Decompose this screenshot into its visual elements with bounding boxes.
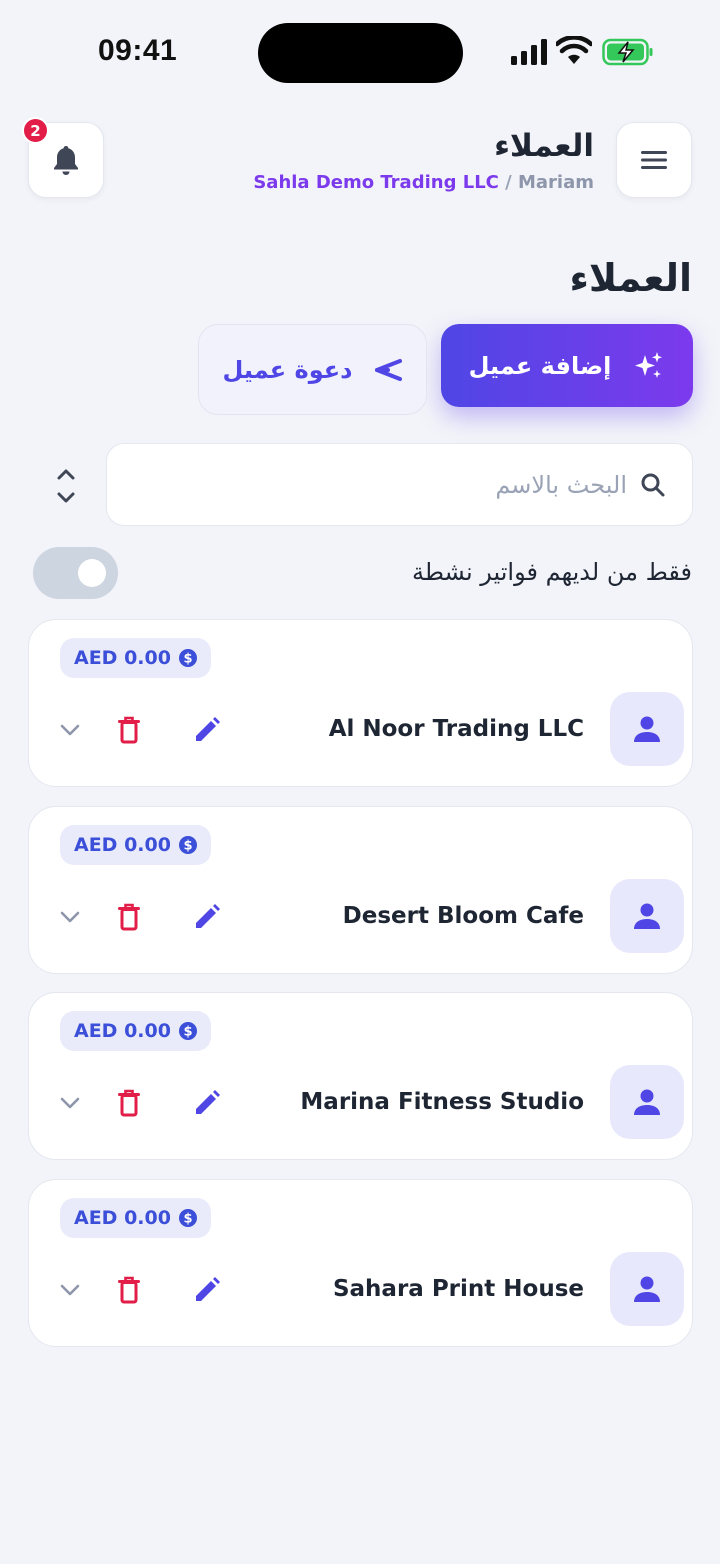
wifi-icon [556,36,592,64]
avatar [610,692,684,766]
dollar-icon: $ [178,836,197,854]
balance-value: AED 0.00 [74,647,171,669]
active-invoices-toggle[interactable] [33,547,118,599]
search-icon [641,473,665,497]
edit-button[interactable] [192,1275,222,1305]
search-input[interactable] [127,444,627,525]
chevron-down-icon [60,911,80,923]
delete-button[interactable] [114,1275,144,1305]
balance-badge: AED 0.00 $ [60,825,211,865]
edit-icon [196,1277,220,1301]
send-icon [375,358,403,381]
svg-text:$: $ [183,652,192,667]
expand-button[interactable] [55,715,85,745]
page-title: العملاء [569,256,693,300]
edit-icon [196,717,220,741]
delete-button[interactable] [114,1088,144,1118]
breadcrumb-user: Mariam [517,172,594,193]
avatar [610,1065,684,1139]
customer-name: Marina Fitness Studio [300,1089,584,1115]
bell-icon [54,146,78,175]
menu-icon [641,151,667,169]
search-box [106,443,693,526]
sparkles-icon [635,351,663,378]
dollar-icon: $ [178,1022,197,1040]
menu-button[interactable] [616,122,692,198]
customer-name: Al Noor Trading LLC [328,716,584,742]
customer-name: Sahara Print House [332,1276,584,1302]
edit-icon [196,1090,220,1114]
customer-card[interactable]: AED 0.00 $ Sahara Print House [28,1179,693,1347]
balance-badge: AED 0.00 $ [60,638,211,678]
breadcrumb-separator: / [498,172,518,193]
avatar [610,1252,684,1326]
delete-button[interactable] [114,715,144,745]
balance-value: AED 0.00 [74,1207,171,1229]
user-icon [634,903,660,929]
chevron-down-icon [60,1097,80,1109]
dynamic-island [258,23,463,83]
invite-customer-label: دعوة عميل [222,355,353,384]
edit-icon [196,904,220,928]
add-customer-button[interactable]: إضافة عميل [441,324,693,407]
dollar-icon: $ [178,649,197,667]
toggle-knob [78,559,106,587]
add-customer-label: إضافة عميل [468,351,612,380]
edit-button[interactable] [192,1088,222,1118]
user-icon [634,1276,660,1302]
balance-value: AED 0.00 [74,834,171,856]
status-bar: 09:41 [0,0,720,104]
expand-button[interactable] [55,1275,85,1305]
notification-badge: 2 [22,117,49,144]
active-invoices-filter-label: فقط من لديهم فواتير نشطة [411,558,692,586]
customer-name: Desert Bloom Cafe [342,903,584,929]
edit-button[interactable] [192,715,222,745]
edit-button[interactable] [192,902,222,932]
user-icon [634,716,660,742]
customer-card[interactable]: AED 0.00 $ Marina Fitness Studio [28,992,693,1160]
trash-icon [118,1276,140,1304]
svg-text:$: $ [183,1212,192,1227]
svg-text:$: $ [183,839,192,854]
trash-icon [118,1089,140,1117]
header-title: العملاء [494,128,594,164]
expand-button[interactable] [55,902,85,932]
dollar-icon: $ [178,1209,197,1227]
sort-icon[interactable] [46,464,86,508]
avatar [610,879,684,953]
balance-badge: AED 0.00 $ [60,1011,211,1051]
battery-icon [602,38,653,66]
breadcrumb-org[interactable]: Sahla Demo Trading LLC [253,172,499,193]
svg-text:$: $ [183,1025,192,1040]
status-time: 09:41 [98,34,178,67]
chevron-down-icon [60,724,80,736]
delete-button[interactable] [114,902,144,932]
customer-card[interactable]: AED 0.00 $ Desert Bloom Cafe [28,806,693,974]
chevron-down-icon [60,1284,80,1296]
trash-icon [118,903,140,931]
balance-badge: AED 0.00 $ [60,1198,211,1238]
expand-button[interactable] [55,1088,85,1118]
invite-customer-button[interactable]: دعوة عميل [198,324,427,415]
trash-icon [118,716,140,744]
balance-value: AED 0.00 [74,1020,171,1042]
customer-card[interactable]: AED 0.00 $ Al Noor Trading LLC [28,619,693,787]
breadcrumb: Sahla Demo Trading LLC / Mariam [253,172,594,193]
signal-icon [511,39,547,65]
user-icon [634,1089,660,1115]
